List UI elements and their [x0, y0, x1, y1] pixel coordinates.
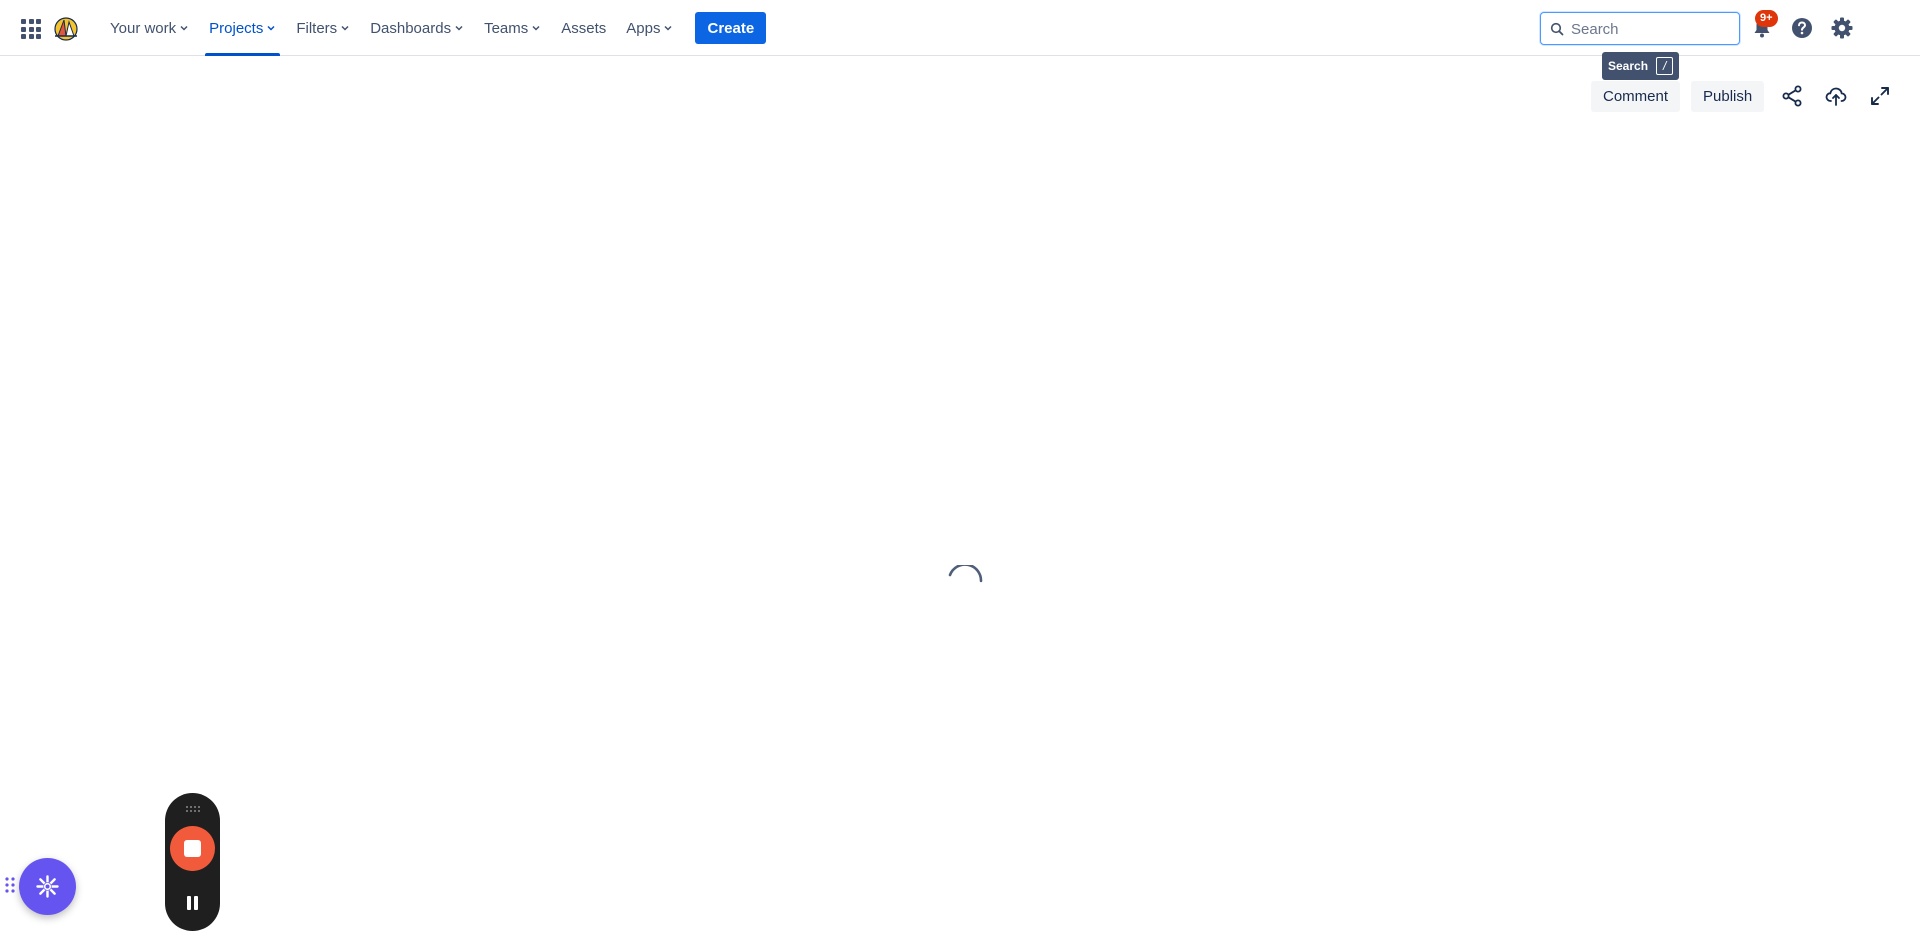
drag-handle-icon[interactable] [4, 876, 16, 894]
chevron-down-icon [664, 25, 673, 31]
top-navigation: Your work Projects Filters Dashboards Te… [0, 0, 1920, 56]
search-input[interactable] [1571, 17, 1731, 41]
help-icon[interactable] [1789, 15, 1815, 41]
stop-recording-button[interactable] [170, 826, 215, 871]
nav-projects[interactable]: Projects [199, 0, 286, 56]
main-nav: Your work Projects Filters Dashboards Te… [100, 0, 767, 56]
nav-label: Assets [561, 19, 607, 37]
chevron-down-icon [455, 25, 463, 31]
comment-button[interactable]: Comment [1591, 81, 1681, 112]
nav-label: Teams [484, 19, 529, 37]
gear-icon[interactable] [1829, 15, 1855, 41]
notification-badge: 9+ [1755, 10, 1778, 27]
share-icon[interactable] [1780, 84, 1804, 108]
nav-label: Apps [626, 19, 661, 37]
cloud-upload-icon[interactable] [1824, 84, 1848, 108]
nav-your-work[interactable]: Your work [100, 0, 199, 56]
nav-apps[interactable]: Apps [616, 0, 683, 56]
keyboard-shortcut: / [1656, 57, 1674, 75]
create-button[interactable]: Create [695, 12, 767, 44]
nav-teams[interactable]: Teams [474, 0, 551, 56]
chevron-down-icon [180, 25, 188, 31]
nav-label: Filters [296, 19, 338, 37]
chevron-down-icon [341, 25, 349, 31]
nav-assets[interactable]: Assets [551, 0, 616, 56]
assistant-button[interactable] [19, 858, 76, 915]
nav-filters[interactable]: Filters [286, 0, 360, 56]
chevron-down-icon [532, 25, 540, 31]
chevron-down-icon [267, 25, 275, 31]
search-icon [1550, 22, 1564, 36]
app-switcher-icon[interactable] [19, 17, 41, 39]
drag-handle-icon[interactable] [185, 805, 200, 813]
nav-label: Your work [110, 19, 177, 37]
nav-label: Projects [209, 19, 264, 37]
jira-logo-icon[interactable] [52, 14, 80, 42]
nav-dashboards[interactable]: Dashboards [360, 0, 474, 56]
publish-button[interactable]: Publish [1691, 81, 1765, 112]
search-tooltip: Search / [1602, 52, 1680, 80]
sparkle-icon [36, 875, 59, 898]
expand-icon[interactable] [1868, 84, 1892, 108]
screen-recorder-widget [165, 793, 220, 931]
loading-spinner-icon [948, 565, 983, 583]
nav-label: Dashboards [370, 19, 452, 37]
tooltip-label: Search [1608, 59, 1649, 73]
search-field[interactable] [1540, 12, 1740, 45]
pause-recording-button[interactable] [185, 895, 200, 911]
